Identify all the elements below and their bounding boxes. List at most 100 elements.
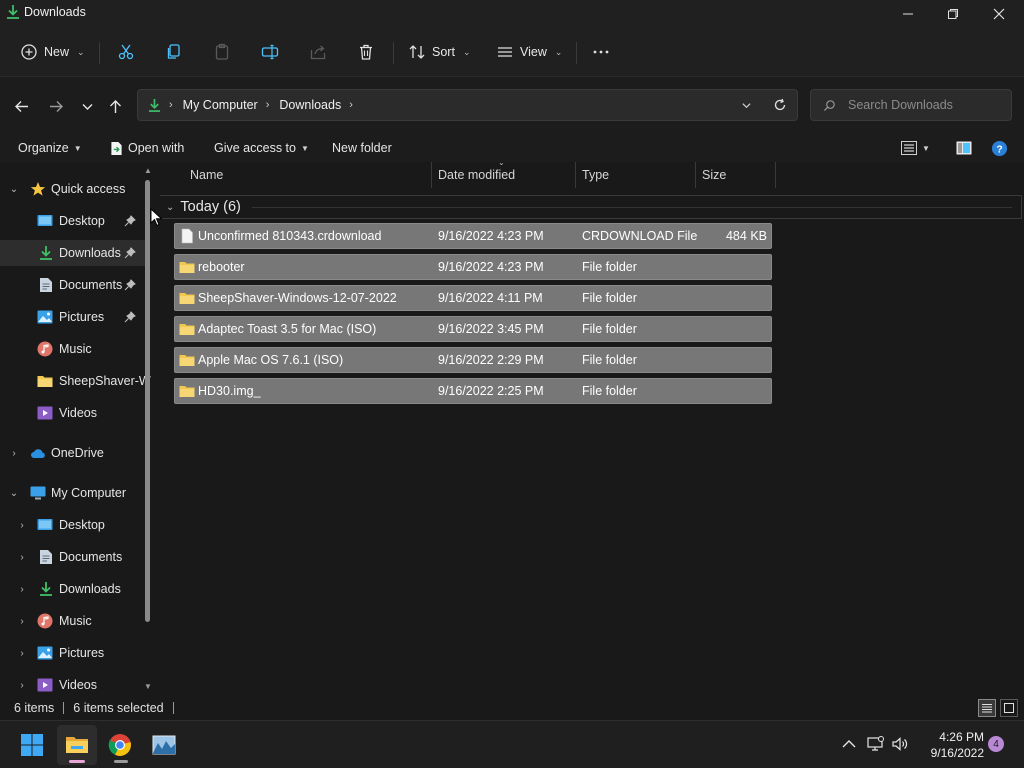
volume-icon[interactable]: [891, 735, 909, 753]
expand-chevron-icon[interactable]: ›: [17, 520, 27, 531]
copy-button[interactable]: [165, 38, 183, 66]
nav-mc-videos[interactable]: › Videos: [0, 672, 145, 696]
nav-qa-desktop[interactable]: Desktop: [0, 208, 145, 234]
expand-chevron-icon[interactable]: ›: [17, 680, 27, 691]
taskbar-chrome[interactable]: [100, 725, 140, 765]
nav-scrollbar-thumb[interactable]: [145, 180, 150, 622]
chevron-right-icon[interactable]: ›: [266, 99, 270, 111]
file-row[interactable]: Unconfirmed 810343.crdownload 9/16/2022 …: [174, 223, 772, 249]
recent-locations-button[interactable]: [76, 95, 98, 117]
organize-button[interactable]: Organize ▼: [18, 139, 82, 157]
up-button[interactable]: [104, 95, 126, 117]
column-header-size[interactable]: Size: [696, 162, 776, 188]
restore-button[interactable]: [930, 0, 976, 28]
folder-row[interactable]: Adaptec Toast 3.5 for Mac (ISO) 9/16/202…: [174, 316, 772, 342]
copy-icon: [167, 44, 180, 59]
search-box[interactable]: [810, 89, 1012, 121]
column-header-type[interactable]: Type: [576, 162, 696, 188]
title-bar: Downloads: [0, 0, 1024, 28]
nav-mc-documents[interactable]: › Documents: [0, 544, 145, 570]
add-icon: [21, 44, 37, 60]
nav-quick-access[interactable]: ⌄ Quick access: [0, 176, 145, 202]
scroll-up-arrow[interactable]: ▲: [143, 166, 153, 175]
column-header-name[interactable]: Name: [184, 162, 432, 188]
rename-button[interactable]: [261, 38, 279, 66]
nav-qa-sheepshaver[interactable]: SheepShaver-W: [0, 368, 151, 394]
search-input[interactable]: [848, 98, 1008, 112]
expand-chevron-icon[interactable]: ⌄: [9, 184, 19, 195]
details-view-toggle[interactable]: [978, 699, 996, 717]
chevron-down-icon: [82, 103, 92, 110]
file-type: File folder: [582, 322, 637, 336]
refresh-icon[interactable]: [773, 98, 787, 112]
folder-icon: [37, 376, 53, 387]
start-button[interactable]: [12, 725, 52, 765]
new-folder-button[interactable]: New folder: [332, 139, 392, 157]
scroll-down-arrow[interactable]: ▼: [143, 682, 153, 691]
forward-button[interactable]: [45, 95, 67, 117]
folder-row[interactable]: rebooter 9/16/2022 4:23 PM File folder: [174, 254, 772, 280]
videos-icon: [37, 678, 53, 692]
help-button[interactable]: ?: [991, 139, 1008, 157]
minimize-button[interactable]: [885, 0, 931, 28]
nav-qa-music[interactable]: Music: [0, 336, 145, 362]
pin-icon: [124, 247, 136, 259]
delete-button[interactable]: [357, 38, 375, 66]
taskbar-file-explorer[interactable]: [57, 725, 97, 765]
address-bar[interactable]: › My Computer › Downloads ›: [137, 89, 798, 121]
breadcrumb-downloads[interactable]: Downloads: [279, 98, 341, 112]
expand-chevron-icon[interactable]: ›: [17, 648, 27, 659]
nav-qa-pictures[interactable]: Pictures: [0, 304, 145, 330]
give-access-button[interactable]: Give access to ▼: [214, 139, 309, 157]
sort-button[interactable]: Sort ⌄: [408, 38, 470, 66]
preview-pane-icon: [956, 141, 972, 155]
nav-qa-documents[interactable]: Documents: [0, 272, 145, 298]
cut-button[interactable]: [117, 38, 135, 66]
chevron-right-icon[interactable]: ›: [349, 99, 353, 111]
nav-qa-downloads[interactable]: Downloads: [0, 240, 145, 266]
sort-label: Sort: [432, 45, 455, 59]
nav-mc-music[interactable]: › Music: [0, 608, 145, 634]
expand-chevron-icon[interactable]: ›: [17, 616, 27, 627]
nav-onedrive[interactable]: › OneDrive: [0, 440, 145, 466]
expand-chevron-icon[interactable]: ›: [17, 552, 27, 563]
view-button[interactable]: View ⌄: [496, 38, 562, 66]
nav-qa-videos[interactable]: Videos: [0, 400, 145, 426]
chevron-down-icon[interactable]: [741, 100, 752, 111]
taskbar-photo-app[interactable]: [144, 725, 184, 765]
share-button[interactable]: [309, 38, 327, 66]
group-header-today[interactable]: ⌄ Today (6): [160, 195, 1022, 219]
back-button[interactable]: [10, 95, 32, 117]
folder-row[interactable]: HD30.img_ 9/16/2022 2:25 PM File folder: [174, 378, 772, 404]
change-view-button[interactable]: ▼: [901, 139, 930, 157]
expand-chevron-icon[interactable]: ›: [9, 448, 19, 459]
pin-icon: [124, 279, 136, 291]
nav-mc-downloads[interactable]: › Downloads: [0, 576, 145, 602]
collapse-chevron-icon[interactable]: ⌄: [166, 202, 174, 213]
column-header-date-modified[interactable]: Date modified ⌄: [432, 158, 576, 188]
large-icons-view-toggle[interactable]: [1000, 699, 1018, 717]
nav-mc-pictures[interactable]: › Pictures: [0, 640, 145, 666]
new-button[interactable]: New ⌄: [20, 38, 85, 66]
preview-pane-button[interactable]: [956, 139, 972, 157]
address-row: › My Computer › Downloads ›: [0, 76, 1024, 134]
folder-row[interactable]: Apple Mac OS 7.6.1 (ISO) 9/16/2022 2:29 …: [174, 347, 772, 373]
paste-button[interactable]: [213, 38, 231, 66]
more-options-button[interactable]: [592, 38, 610, 66]
folder-row[interactable]: SheepShaver-Windows-12-07-2022 9/16/2022…: [174, 285, 772, 311]
file-name: Unconfirmed 810343.crdownload: [198, 229, 382, 243]
notification-badge[interactable]: 4: [988, 736, 1004, 752]
chevron-up-icon[interactable]: [840, 735, 858, 753]
network-icon[interactable]: [866, 735, 884, 753]
open-with-button[interactable]: Open with: [110, 139, 184, 157]
system-clock[interactable]: 4:26 PM 9/16/2022: [914, 729, 984, 761]
nav-mc-desktop[interactable]: › Desktop: [0, 512, 145, 538]
expand-chevron-icon[interactable]: ⌄: [9, 488, 19, 499]
desktop-icon: [37, 215, 53, 226]
breadcrumb-my-computer[interactable]: My Computer: [183, 98, 258, 112]
chevron-right-icon: ›: [169, 99, 173, 111]
new-label: New: [44, 45, 70, 59]
expand-chevron-icon[interactable]: ›: [17, 584, 27, 595]
nav-my-computer[interactable]: ⌄ My Computer: [0, 480, 145, 506]
close-button[interactable]: [976, 0, 1022, 28]
